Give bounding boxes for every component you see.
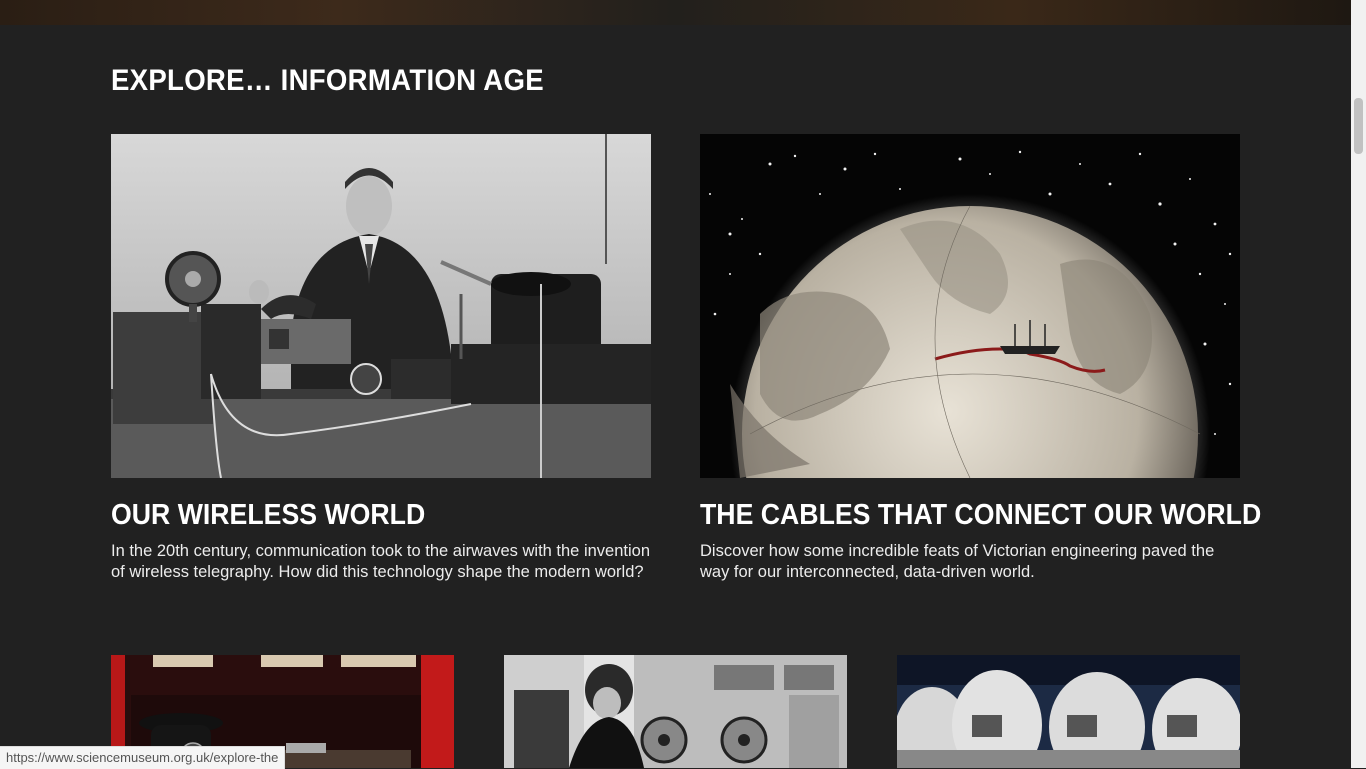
- globe-cable-photo: [700, 134, 1240, 478]
- card-description: Discover how some incredible feats of Vi…: [700, 542, 1215, 581]
- card-image[interactable]: [700, 134, 1240, 478]
- hero-image-bottom-edge: [0, 0, 1351, 25]
- section-title: EXPLORE… INFORMATION AGE: [111, 64, 544, 97]
- card-cables-that-connect-our-world[interactable]: THE CABLES THAT CONNECT OUR WORLD Discov…: [700, 134, 1261, 614]
- card-image[interactable]: [897, 655, 1240, 768]
- scrollbar-thumb[interactable]: [1354, 98, 1363, 154]
- card-title[interactable]: OUR WIRELESS WORLD: [111, 499, 425, 532]
- satellite-dishes-photo: [897, 655, 1240, 768]
- wireless-telegraph-photo: [111, 134, 651, 478]
- card-title[interactable]: THE CABLES THAT CONNECT OUR WORLD: [700, 499, 1261, 532]
- link-preview-status-bar: https://www.sciencemuseum.org.uk/explore…: [0, 746, 286, 769]
- card-image[interactable]: [111, 134, 651, 478]
- card-image[interactable]: [504, 655, 847, 768]
- card-our-wireless-world[interactable]: OUR WIRELESS WORLD In the 20th century, …: [111, 134, 651, 614]
- card-computer-tapes[interactable]: [504, 655, 847, 768]
- computer-tape-drive-photo: [504, 655, 847, 768]
- page-scrollbar[interactable]: [1351, 0, 1366, 768]
- card-satellite-dishes[interactable]: [897, 655, 1240, 768]
- card-description: In the 20th century, communication took …: [111, 542, 650, 581]
